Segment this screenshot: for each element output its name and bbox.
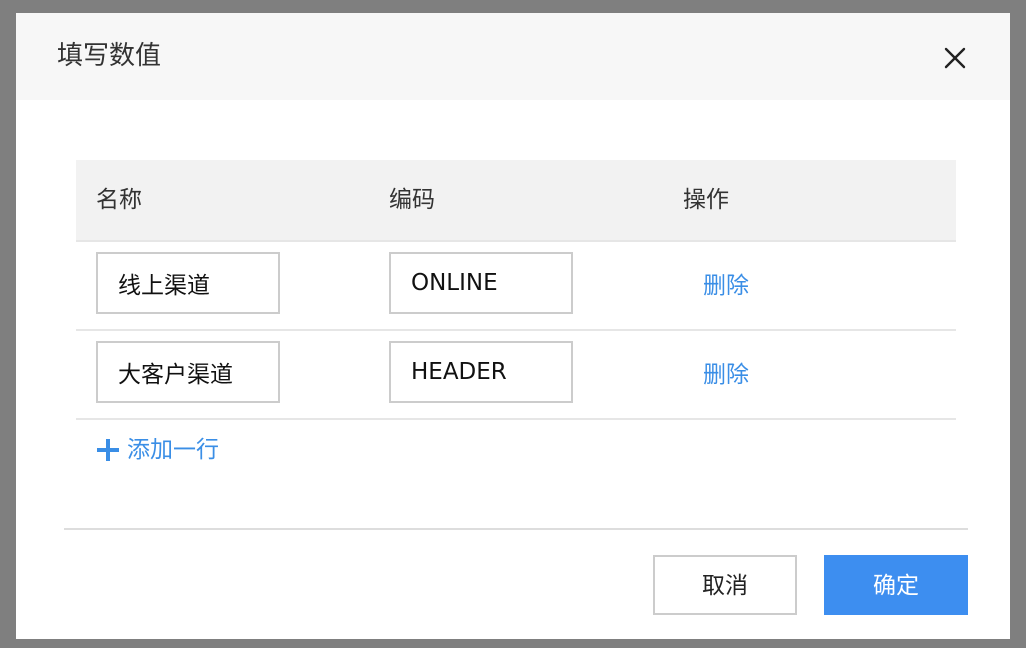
confirm-button[interactable]: 确定 — [824, 555, 968, 615]
column-header-name: 名称 — [96, 187, 142, 213]
dialog-title: 填写数值 — [57, 41, 162, 71]
name-input[interactable] — [96, 341, 280, 403]
plus-icon — [97, 439, 119, 461]
dialog: 填写数值 名称 编码 操作 删除 删除 添加一行 — [16, 13, 1010, 639]
add-row-button[interactable]: 添加一行 — [96, 433, 219, 467]
table-header: 名称 编码 操作 — [76, 160, 956, 242]
table-row: 删除 — [76, 331, 956, 420]
name-input[interactable] — [96, 252, 280, 314]
values-table: 名称 编码 操作 删除 删除 — [76, 160, 956, 420]
close-icon — [944, 47, 966, 69]
code-input[interactable] — [389, 341, 573, 403]
footer-divider — [64, 528, 968, 530]
column-header-code: 编码 — [389, 187, 435, 213]
column-header-action: 操作 — [683, 187, 729, 213]
add-row-label: 添加一行 — [127, 437, 219, 463]
dialog-header: 填写数值 — [16, 13, 1010, 100]
close-button[interactable] — [940, 43, 970, 73]
delete-row-link[interactable]: 删除 — [703, 358, 749, 392]
delete-row-link[interactable]: 删除 — [703, 269, 749, 303]
table-row: 删除 — [76, 242, 956, 331]
cancel-button[interactable]: 取消 — [653, 555, 797, 615]
code-input[interactable] — [389, 252, 573, 314]
